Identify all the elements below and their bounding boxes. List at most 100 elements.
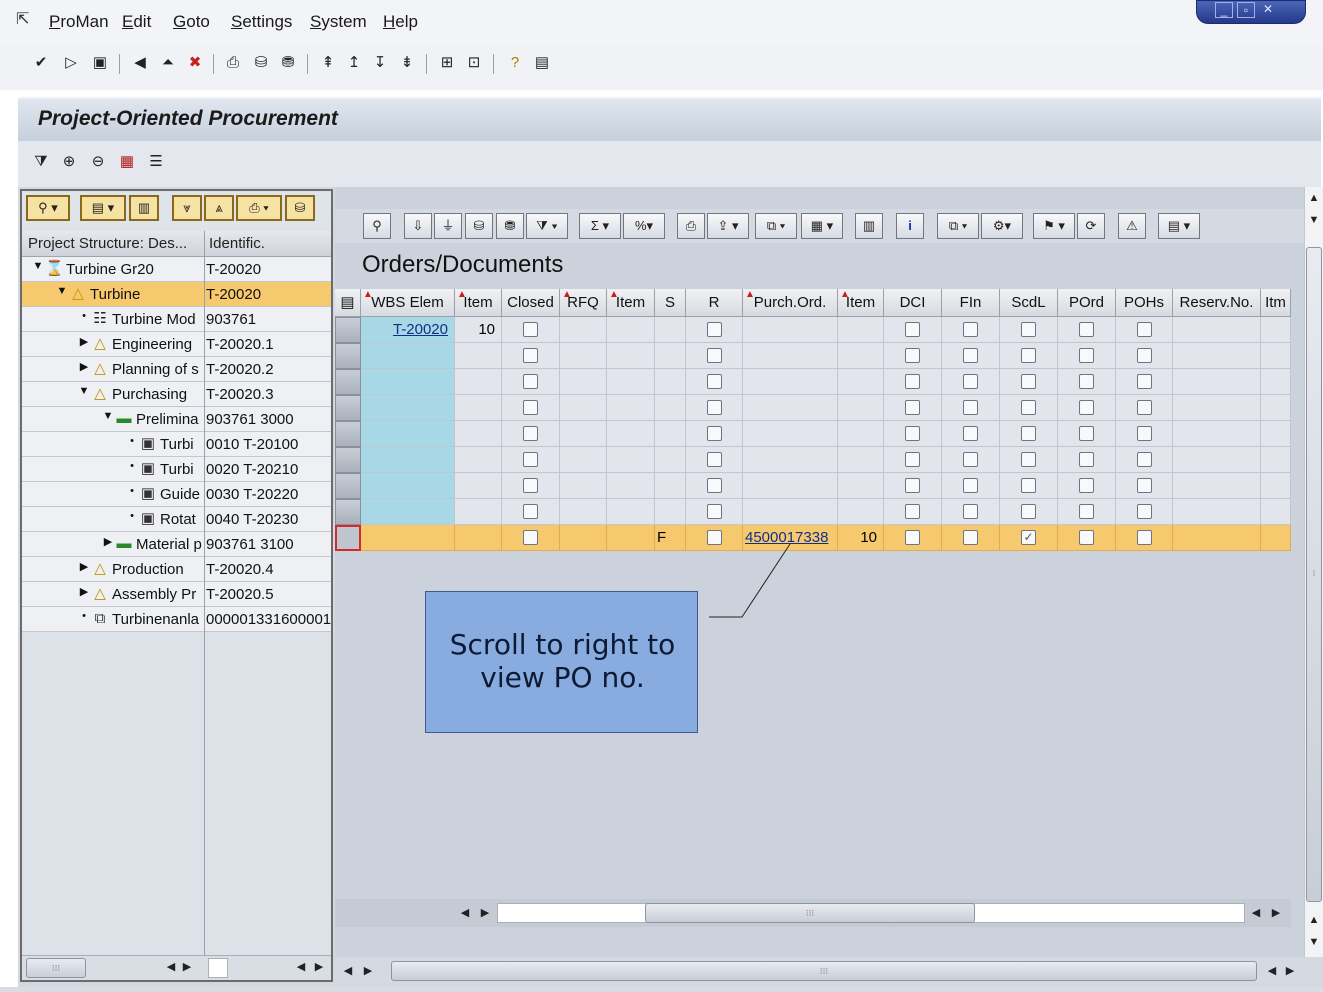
- cell-link[interactable]: T-20020: [393, 317, 448, 342]
- checkbox[interactable]: [1079, 452, 1094, 467]
- menu-system[interactable]: System: [310, 12, 367, 32]
- checkbox[interactable]: [1021, 478, 1036, 493]
- grid-cell[interactable]: F: [655, 525, 686, 551]
- collapse-node-icon[interactable]: ▥: [129, 195, 159, 221]
- tree-expander-icon[interactable]: ▶: [78, 335, 90, 348]
- checkbox[interactable]: [523, 530, 538, 545]
- grid-cell[interactable]: [1173, 317, 1261, 343]
- grid-cell[interactable]: [607, 343, 655, 369]
- checkbox[interactable]: [1137, 400, 1152, 415]
- row-selector[interactable]: [335, 473, 361, 499]
- grid-cell[interactable]: [455, 447, 502, 473]
- tree-row[interactable]: ▶ △ Assembly Pr T-20020.5: [22, 582, 331, 607]
- layout-icon[interactable]: ▦ ▾: [801, 213, 843, 239]
- find-icon[interactable]: ⛁: [465, 213, 493, 239]
- shortcut-icon[interactable]: ⊡: [463, 52, 485, 74]
- grid-cell[interactable]: [942, 499, 1000, 525]
- pane-horizontal-scrollbar[interactable]: ◀ ▶ ⁝⁝⁝ ◀ ▶: [335, 959, 1305, 983]
- save-icon[interactable]: ▣: [89, 52, 111, 74]
- grid-cell[interactable]: [942, 343, 1000, 369]
- scroll-thumb[interactable]: ⁝⁝⁝: [391, 961, 1257, 981]
- checkbox[interactable]: [1079, 374, 1094, 389]
- scroll-right-icon[interactable]: ▶: [476, 904, 494, 922]
- sort-down-icon[interactable]: ⩔: [172, 195, 202, 221]
- checkbox[interactable]: [1021, 400, 1036, 415]
- person-icon[interactable]: ⚲ ▾: [26, 195, 70, 221]
- grid-cell[interactable]: [455, 369, 502, 395]
- scroll-up-icon[interactable]: ▲: [1305, 189, 1323, 207]
- grid-cell[interactable]: [1116, 369, 1173, 395]
- checkbox[interactable]: ✓: [1021, 530, 1036, 545]
- row-selector[interactable]: [335, 525, 361, 551]
- grid-cell[interactable]: [502, 499, 560, 525]
- checkbox[interactable]: [1079, 400, 1094, 415]
- checkbox[interactable]: [523, 426, 538, 441]
- grid-cell[interactable]: [942, 525, 1000, 551]
- checkbox[interactable]: [1021, 322, 1036, 337]
- scroll-thumb[interactable]: ⁝: [1306, 247, 1322, 902]
- sum-icon[interactable]: Σ ▾: [579, 213, 621, 239]
- grid-cell[interactable]: [686, 421, 743, 447]
- grid-cell[interactable]: [884, 343, 942, 369]
- row-selector[interactable]: [335, 369, 361, 395]
- checkbox[interactable]: [1137, 374, 1152, 389]
- checkbox[interactable]: [963, 348, 978, 363]
- checkbox[interactable]: [905, 530, 920, 545]
- column-header[interactable]: Itm: [1261, 289, 1291, 317]
- grid-row[interactable]: [335, 395, 1291, 421]
- grid-cell[interactable]: [884, 473, 942, 499]
- grid-cell[interactable]: [743, 395, 838, 421]
- grid-cell[interactable]: [1261, 317, 1291, 343]
- checkbox[interactable]: [1021, 348, 1036, 363]
- grid-cell[interactable]: [1000, 473, 1058, 499]
- minimize-icon[interactable]: _: [1215, 2, 1233, 18]
- scroll-left-icon[interactable]: ◀: [1247, 904, 1265, 922]
- scroll-track[interactable]: [208, 958, 228, 978]
- column-header[interactable]: WBS Elem ▲: [361, 289, 455, 317]
- tree-expander-icon[interactable]: •: [126, 435, 138, 447]
- checkbox[interactable]: [523, 478, 538, 493]
- grid-cell[interactable]: [655, 499, 686, 525]
- checkbox[interactable]: [1137, 530, 1152, 545]
- grid-row[interactable]: [335, 421, 1291, 447]
- grid-cell[interactable]: [686, 317, 743, 343]
- grid-cell[interactable]: [838, 499, 884, 525]
- expand-icon[interactable]: ⊕: [58, 151, 80, 173]
- grid-row[interactable]: F 4500017338 10 ✓: [335, 525, 1291, 551]
- grid-cell[interactable]: [607, 421, 655, 447]
- grid-cell[interactable]: [1173, 447, 1261, 473]
- refresh-icon[interactable]: ⟳: [1077, 213, 1105, 239]
- grid-cell[interactable]: [560, 499, 607, 525]
- row-selector[interactable]: [335, 447, 361, 473]
- grid-cell[interactable]: [1173, 525, 1261, 551]
- scroll-down-icon[interactable]: ▼: [1305, 933, 1323, 951]
- grid-cell[interactable]: [838, 343, 884, 369]
- column-header[interactable]: R: [686, 289, 743, 317]
- find-next-icon[interactable]: ⛃: [277, 52, 299, 74]
- tree-column-header-identification[interactable]: Identific.: [209, 235, 265, 252]
- grid-cell[interactable]: [1000, 343, 1058, 369]
- info-icon[interactable]: i: [896, 213, 924, 239]
- grid-cell[interactable]: [1000, 499, 1058, 525]
- grid-row[interactable]: [335, 343, 1291, 369]
- export-icon[interactable]: ⇪ ▾: [707, 213, 749, 239]
- grid-cell[interactable]: [884, 499, 942, 525]
- grid-cell[interactable]: [607, 447, 655, 473]
- grid-cell[interactable]: [560, 525, 607, 551]
- menu-settings[interactable]: Settings: [231, 12, 292, 32]
- grid-cell[interactable]: [686, 343, 743, 369]
- print-preview-icon[interactable]: ⇩: [404, 213, 432, 239]
- row-selector[interactable]: [335, 395, 361, 421]
- subtotal-icon[interactable]: %▾: [623, 213, 665, 239]
- grid-cell[interactable]: [1261, 499, 1291, 525]
- grid-cell[interactable]: [502, 421, 560, 447]
- grid-cell[interactable]: [838, 421, 884, 447]
- grid-cell[interactable]: [884, 447, 942, 473]
- tree-row[interactable]: ▶ △ Engineering T-20020.1: [22, 332, 331, 357]
- grid-cell[interactable]: [361, 421, 455, 447]
- checkbox[interactable]: [523, 374, 538, 389]
- tree-expander-icon[interactable]: •: [126, 510, 138, 522]
- checkbox[interactable]: [963, 426, 978, 441]
- alert-icon[interactable]: ⚠: [1118, 213, 1146, 239]
- grid-cell[interactable]: [884, 421, 942, 447]
